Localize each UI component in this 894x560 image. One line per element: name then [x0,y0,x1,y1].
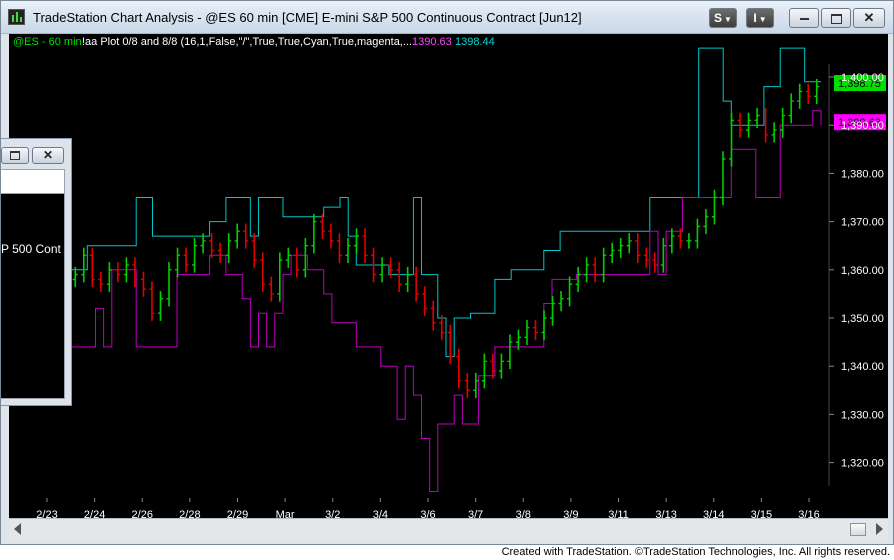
bottom-band-line [71,110,822,492]
restore-icon [830,13,842,24]
indicator-menu-button[interactable]: I ▼ [746,8,774,28]
style-dropdown-arrow-icon: ▼ [724,15,732,24]
y-tick-label-2: 1,380.00 [841,168,884,180]
minimize-button[interactable] [789,8,819,28]
x-tick-label-0: 2/23 [36,509,57,518]
title-bar[interactable]: TradeStation Chart Analysis - @ES 60 min… [1,1,893,34]
x-tick-label-7: 3/4 [373,509,388,518]
y-tick-label-6: 1,340.00 [841,361,884,373]
style-menu-button[interactable]: S ▼ [709,8,737,28]
popup-text: P 500 Cont [1,242,61,256]
x-tick-label-11: 3/9 [563,509,578,518]
x-tick-label-5: Mar [276,509,295,518]
indicator-menu-label: I [753,11,757,25]
popup-restore-icon [10,151,20,161]
symbol-label: @ES - 60 min [13,36,82,48]
chart-x-axis: 2/23 2/24 2/26 2/28 2/29 Mar 3/2 3/4 3/6 3/7 3/8 3/… [36,498,820,521]
x-tick-label-13: 3/13 [655,509,676,518]
study-value-low: 1390.63 [412,36,452,48]
minimize-icon [799,17,809,20]
y-tick-label-1: 1,390.00 [841,120,884,132]
y-tick-label-0: 1,400.00 [841,72,884,84]
x-tick-label-4: 2/29 [227,509,248,518]
x-tick-label-12: 3/11 [608,509,629,518]
scrollbar-thumb[interactable] [850,523,866,536]
background-window[interactable]: ✕ P 500 Cont [1,138,72,406]
x-tick-label-6: 3/2 [325,509,340,518]
footer: Created with TradeStation. ©TradeStation… [0,545,894,560]
x-tick-label-15: 3/15 [751,509,772,518]
y-tick-label-3: 1,370.00 [841,217,884,229]
window-title: TradeStation Chart Analysis - @ES 60 min… [33,10,582,25]
chart-window: TradeStation Chart Analysis - @ES 60 min… [0,0,894,545]
x-tick-label-2: 2/26 [132,509,153,518]
y-tick-label-5: 1,350.00 [841,313,884,325]
y-tick-label-7: 1,330.00 [841,409,884,421]
indicator-dropdown-arrow-icon: ▼ [758,15,767,24]
study-value-high: 1398.44 [455,36,495,48]
y-tick-label-4: 1,360.00 [841,265,884,277]
close-button[interactable]: ✕ [853,8,885,28]
close-icon: ✕ [863,10,875,25]
horizontal-scrollbar[interactable] [9,518,888,541]
x-tick-label-14: 3/14 [703,509,724,518]
popup-close-button[interactable]: ✕ [32,147,64,164]
chart-y-axis: 1,400.00 1,390.00 1,380.00 1,370.00 1,360.00… [829,72,884,470]
x-tick-label-16: 3/16 [798,509,819,518]
study-label: !aa Plot 0/8 and 8/8 (16,1,False,"/",Tru… [82,36,412,48]
popup-restore-button[interactable] [1,147,29,164]
chart-bands [71,47,822,492]
footer-credit: Created with TradeStation. ©TradeStation… [501,546,890,558]
y-tick-label-8: 1,320.00 [841,458,884,470]
x-tick-label-8: 3/6 [420,509,435,518]
popup-header-strip [1,170,64,194]
chart-svg: 1,398.751,390.63 1,400.001,390.001,380.0… [13,36,886,521]
popup-close-icon: ✕ [42,148,54,162]
restore-button[interactable] [821,8,851,28]
tradestation-app-icon [8,9,25,25]
style-menu-label: S [714,11,723,25]
x-tick-label-1: 2/24 [84,509,105,518]
price-chart[interactable]: 1,398.75 1,390.63 1,400.00 1,390.00 1,380.0… [9,34,888,521]
top-band-line [71,47,821,358]
x-tick-label-10: 3/8 [516,509,531,518]
scroll-right-icon[interactable] [876,523,883,535]
popup-content: P 500 Cont [1,169,65,399]
x-tick-label-9: 3/7 [468,509,483,518]
scroll-left-icon[interactable] [14,523,21,535]
x-tick-label-3: 2/28 [179,509,200,518]
